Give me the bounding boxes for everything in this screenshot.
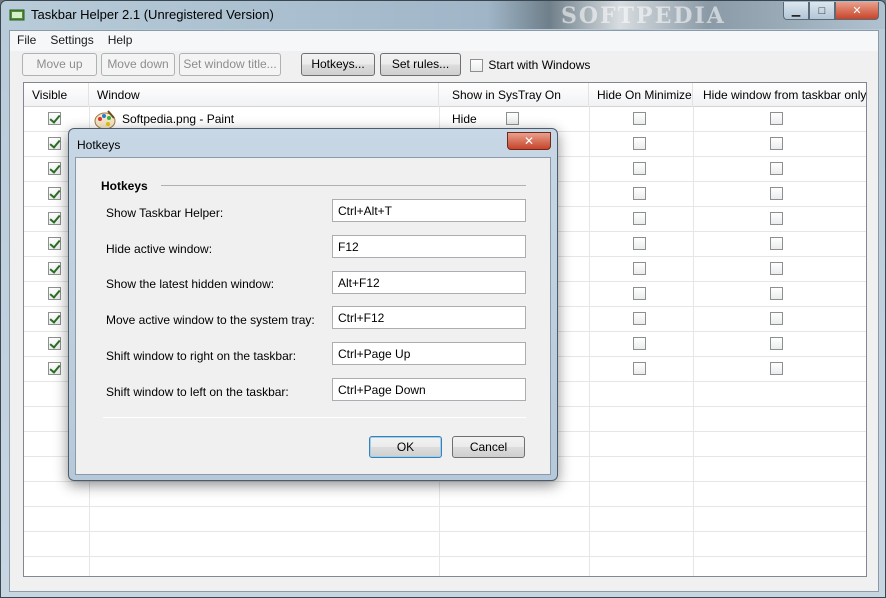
move-down-button[interactable]: Move down [101,53,175,76]
visible-checkbox[interactable] [48,112,61,125]
hotkey-field-hide-active[interactable]: F12 [332,235,526,258]
dialog-body: Hotkeys Show Taskbar Helper: Ctrl+Alt+T … [75,157,551,475]
menu-file[interactable]: File [10,31,43,51]
empty-row [24,482,866,507]
start-with-windows-checkbox[interactable] [470,59,483,73]
hide-minimize-checkbox[interactable] [633,337,646,350]
toolbar: Move up Move down Set window title... Ho… [10,53,878,81]
hide-minimize-checkbox[interactable] [633,312,646,325]
move-up-button[interactable]: Move up [22,53,97,76]
hotkeys-dialog: Hotkeys ✕ Hotkeys Show Taskbar Helper: C… [68,128,558,481]
column-hide-minimize[interactable]: Hide On Minimize [589,83,693,107]
start-with-windows-label: Start with Windows [488,58,591,72]
window-title: Taskbar Helper 2.1 (Unregistered Version… [31,7,274,22]
hide-taskbar-checkbox[interactable] [770,312,783,325]
list-header: Visible Window Show in SysTray On Hide H… [24,83,866,126]
column-systray[interactable]: Show in SysTray On Hide [439,83,589,126]
start-with-windows[interactable]: Start with Windows [470,58,591,73]
cancel-button[interactable]: Cancel [452,436,525,458]
hotkeys-button[interactable]: Hotkeys... [301,53,375,76]
menu-settings[interactable]: Settings [43,31,100,51]
set-window-title-button[interactable]: Set window title... [179,53,281,76]
hide-taskbar-checkbox[interactable] [770,212,783,225]
visible-checkbox[interactable] [48,312,61,325]
hide-taskbar-checkbox[interactable] [770,287,783,300]
hotkey-label-shift-right: Shift window to right on the taskbar: [106,349,297,363]
hotkey-label-hide-active: Hide active window: [106,242,213,256]
hotkey-field-show-helper[interactable]: Ctrl+Alt+T [332,199,526,222]
maximize-button[interactable]: □ [809,2,835,20]
empty-row [24,532,866,557]
hide-minimize-checkbox[interactable] [633,287,646,300]
hotkey-label-move-tray: Move active window to the system tray: [106,313,315,327]
visible-checkbox[interactable] [48,262,61,275]
hide-taskbar-checkbox[interactable] [770,237,783,250]
systray-checkbox[interactable] [506,112,519,125]
hide-minimize-checkbox[interactable] [633,212,646,225]
hide-taskbar-checkbox[interactable] [770,337,783,350]
hotkey-field-shift-left[interactable]: Ctrl+Page Down [332,378,526,401]
hotkey-field-move-tray[interactable]: Ctrl+F12 [332,306,526,329]
watermark: SOFTPEDIA [561,3,726,29]
menu-help[interactable]: Help [101,31,140,51]
hotkey-label-shift-left: Shift window to left on the taskbar: [106,385,289,399]
hotkeys-group-title: Hotkeys [101,179,154,193]
ok-button[interactable]: OK [369,436,442,458]
visible-checkbox[interactable] [48,137,61,150]
title-bar[interactable]: Taskbar Helper 2.1 (Unregistered Version… [1,1,885,29]
group-divider [161,185,526,186]
visible-checkbox[interactable] [48,362,61,375]
hide-taskbar-checkbox[interactable] [770,362,783,375]
hotkey-label-show-latest: Show the latest hidden window: [106,277,275,291]
close-button[interactable]: ✕ [835,2,879,20]
dialog-close-button[interactable]: ✕ [507,132,551,150]
empty-row [24,507,866,532]
app-icon [9,9,25,21]
dialog-separator [103,417,526,418]
hide-taskbar-checkbox[interactable] [770,162,783,175]
hide-minimize-checkbox[interactable] [633,137,646,150]
visible-checkbox[interactable] [48,237,61,250]
hide-taskbar-checkbox[interactable] [770,262,783,275]
visible-checkbox[interactable] [48,337,61,350]
hide-minimize-checkbox[interactable] [633,112,646,125]
visible-checkbox[interactable] [48,187,61,200]
hide-minimize-checkbox[interactable] [633,187,646,200]
column-window[interactable]: Window [89,83,439,107]
set-rules-button[interactable]: Set rules... [380,53,461,76]
paint-icon [94,110,116,130]
empty-row [24,557,866,576]
dialog-title: Hotkeys [77,138,121,152]
column-hide-taskbar[interactable]: Hide window from taskbar only [693,83,866,107]
hide-taskbar-checkbox[interactable] [770,112,783,125]
hotkey-field-shift-right[interactable]: Ctrl+Page Up [332,342,526,365]
hide-taskbar-checkbox[interactable] [770,137,783,150]
main-window: Taskbar Helper 2.1 (Unregistered Version… [0,0,886,598]
menu-bar: File Settings Help [10,31,878,51]
hide-minimize-checkbox[interactable] [633,362,646,375]
hide-minimize-checkbox[interactable] [633,237,646,250]
hide-minimize-checkbox[interactable] [633,162,646,175]
minimize-button[interactable]: ▁ [783,2,809,20]
window-controls: ▁ □ ✕ [783,2,879,20]
hotkey-label-show-helper: Show Taskbar Helper: [106,206,224,220]
visible-checkbox[interactable] [48,162,61,175]
hide-minimize-checkbox[interactable] [633,262,646,275]
visible-checkbox[interactable] [48,212,61,225]
column-visible[interactable]: Visible [24,83,89,107]
visible-checkbox[interactable] [48,287,61,300]
hotkey-field-show-latest[interactable]: Alt+F12 [332,271,526,294]
hide-taskbar-checkbox[interactable] [770,187,783,200]
